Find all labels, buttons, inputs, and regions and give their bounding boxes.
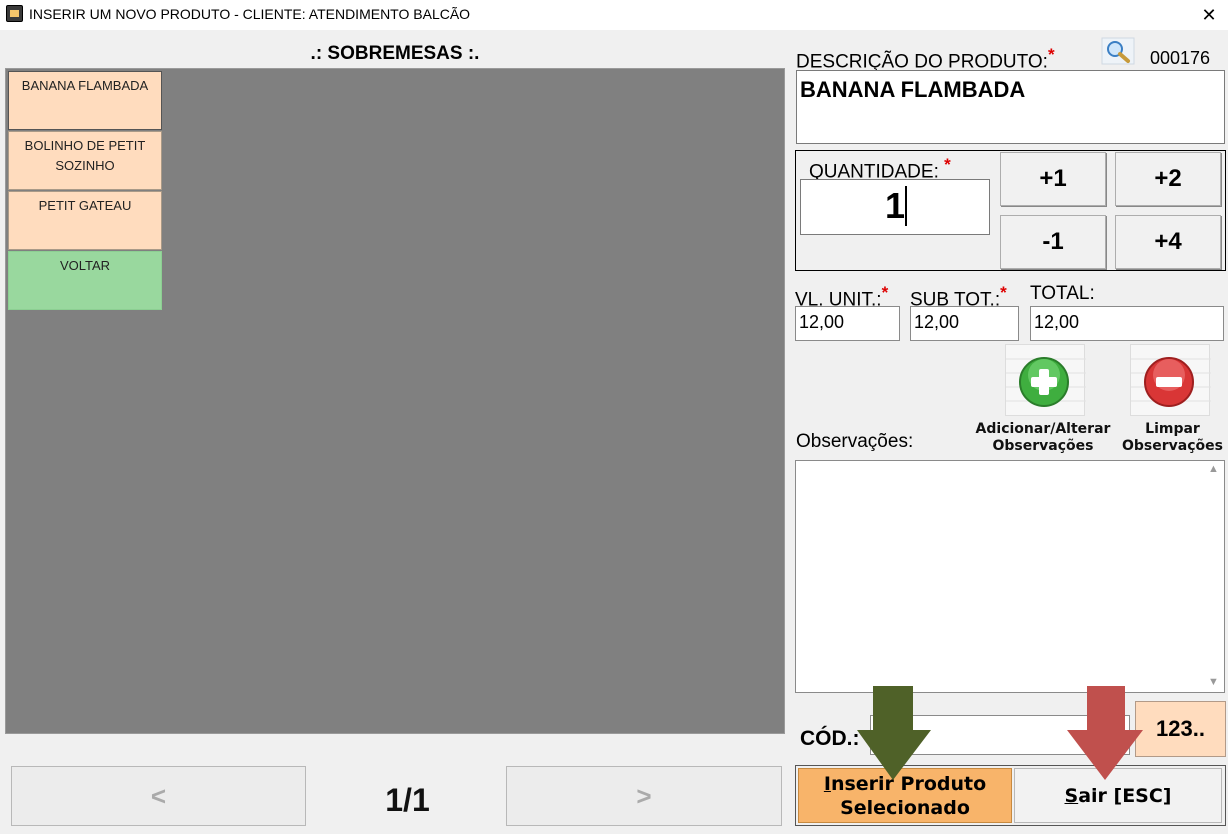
quantity-plus-2-button[interactable]: +2 [1115,152,1221,206]
clear-observations-button[interactable] [1130,344,1211,416]
required-marker: * [1000,283,1007,302]
clear-observations-label-line2: Observações [1122,438,1223,454]
product-description-field[interactable]: BANANA FLAMBADA [796,70,1225,144]
next-page-button[interactable]: > [506,766,782,826]
total-field[interactable]: 12,00 [1030,306,1224,341]
required-marker: * [944,155,951,174]
green-plus-icon [1006,357,1086,407]
close-button[interactable]: ✕ [1190,0,1228,30]
required-marker: * [881,283,889,302]
search-product-icon[interactable] [1101,37,1135,65]
required-marker: * [1047,45,1055,64]
app-icon [6,5,23,22]
green-arrow-annotation [855,686,933,787]
subtotal-field[interactable]: 12,00 [910,306,1019,341]
previous-page-button[interactable]: < [11,766,306,826]
exit-hotkey: S [1064,785,1079,807]
unit-price-field[interactable]: 12,00 [795,306,900,341]
add-observations-label-line1: Adicionar/Alterar [975,421,1111,437]
product-button-petit-gateau[interactable]: PETIT GATEAU [8,191,162,250]
product-code: 000176 [1150,48,1211,68]
window-title: INSERIR UM NOVO PRODUTO - CLIENTE: ATEND… [29,6,471,22]
add-observations-label: Adicionar/Alterar Observações [960,421,1126,455]
insert-hotkey: I [823,773,831,795]
quantity-minus-1-button[interactable]: -1 [1000,215,1106,269]
text-caret [905,186,907,226]
red-arrow-annotation [1066,686,1144,787]
add-observations-label-line2: Observações [992,438,1094,454]
scroll-up-icon[interactable]: ▲ [1208,463,1219,475]
quantity-plus-4-button[interactable]: +4 [1115,215,1221,269]
code-label: CÓD.: [800,727,860,750]
scroll-down-icon[interactable]: ▼ [1208,676,1219,688]
product-button-banana-flambada[interactable]: BANANA FLAMBADA [8,71,162,130]
voltar-button[interactable]: VOLTAR [8,251,162,310]
red-minus-icon [1131,357,1211,407]
exit-label-rest: air [ESC] [1078,785,1172,807]
page-indicator: 1/1 [385,782,430,818]
numpad-button[interactable]: 123.. [1135,701,1226,757]
insert-product-line2: Selecionado [840,797,970,819]
clear-observations-label-line1: Limpar [1145,421,1200,437]
category-title: .: SOBREMESAS :. [310,43,480,64]
quantity-input[interactable]: 1 [800,179,990,235]
observations-label: Observações: [796,431,914,452]
add-observations-button[interactable] [1005,344,1086,416]
product-grid: BANANA FLAMBADA BOLINHO DE PETIT SOZINHO… [5,68,785,734]
quantity-plus-1-button[interactable]: +1 [1000,152,1106,206]
total-label: TOTAL: [1030,283,1095,304]
clear-observations-label: Limpar Observações [1117,421,1228,455]
observations-textarea[interactable] [795,460,1225,693]
product-button-bolinho-de-petit[interactable]: BOLINHO DE PETIT SOZINHO [8,131,162,190]
